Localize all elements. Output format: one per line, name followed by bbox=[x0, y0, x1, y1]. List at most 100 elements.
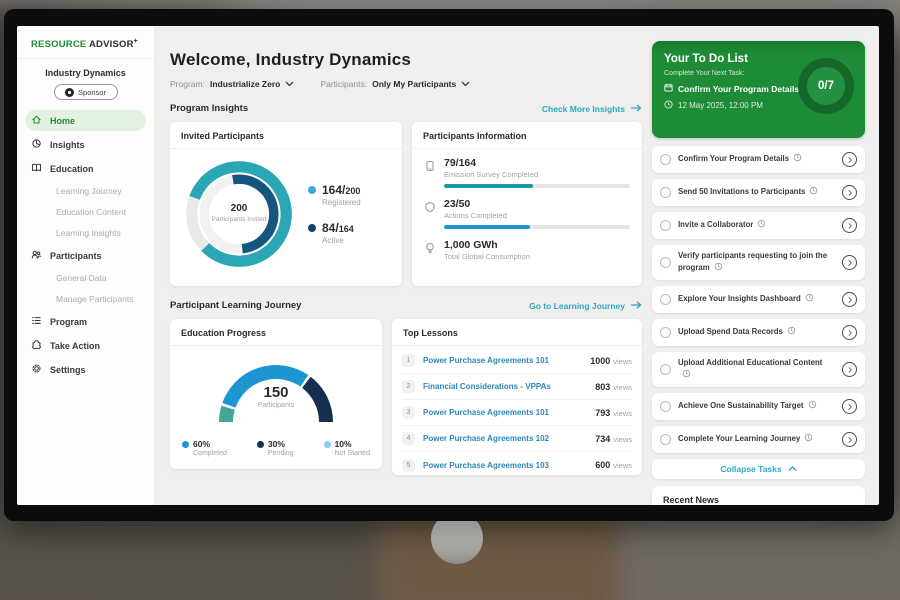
sidebar-item-label: Education bbox=[50, 164, 94, 174]
chevron-right-icon[interactable] bbox=[842, 399, 857, 414]
info-value: 1,000 GWh bbox=[444, 239, 630, 251]
chevron-right-icon[interactable] bbox=[842, 362, 857, 377]
todo-progress-value: 0/7 bbox=[818, 80, 834, 92]
lesson-link[interactable]: Power Purchase Agreements 101 bbox=[423, 408, 595, 417]
sidebar-item-label: Home bbox=[50, 116, 75, 126]
clock-icon bbox=[682, 371, 691, 380]
sidebar-item-take-action[interactable]: Take Action bbox=[25, 335, 146, 356]
lesson-rank: 4 bbox=[402, 432, 415, 445]
chevron-right-icon[interactable] bbox=[842, 432, 857, 447]
legend-pct: 60% bbox=[193, 439, 227, 449]
sidebar-item-settings[interactable]: Settings bbox=[25, 359, 146, 380]
gauge-center-label: Participants bbox=[201, 402, 351, 409]
chevron-right-icon[interactable] bbox=[842, 325, 857, 340]
program-filter[interactable]: Program: Industrialize Zero bbox=[170, 79, 294, 89]
donut-center-value: 200 bbox=[231, 203, 248, 214]
arrow-right-icon bbox=[630, 104, 642, 114]
lesson-row-2: 2Financial Considerations - VPPAs803view… bbox=[402, 374, 632, 400]
legend-value: 164/200 bbox=[322, 183, 361, 197]
gauge-center-value: 150 bbox=[201, 384, 351, 401]
lesson-rank: 5 bbox=[402, 459, 415, 472]
task-checkbox[interactable] bbox=[660, 257, 671, 268]
task-checkbox[interactable] bbox=[660, 220, 671, 231]
sidebar-item-insights[interactable]: Insights bbox=[25, 134, 146, 155]
task-checkbox[interactable] bbox=[660, 294, 671, 305]
task-checkbox[interactable] bbox=[660, 154, 671, 165]
sidebar-item-general-data[interactable]: General Data bbox=[25, 269, 146, 287]
todo-panel: Your To Do List Complete Your Next Task:… bbox=[652, 26, 865, 505]
task-item-5[interactable]: Explore Your Insights Dashboard bbox=[652, 286, 865, 313]
sidebar-item-home[interactable]: Home bbox=[25, 110, 146, 131]
gauge-legend-completed: 60%Completed bbox=[182, 439, 227, 457]
education-progress-legend: 60%Completed30%Pending10%Not Started bbox=[170, 435, 382, 457]
task-label: Invite a Collaborator bbox=[678, 219, 835, 232]
check-more-insights-link[interactable]: Check More Insights bbox=[542, 104, 642, 114]
top-lessons-card: Top Lessons 1Power Purchase Agreements 1… bbox=[392, 319, 642, 475]
program-filter-label: Program: bbox=[170, 79, 205, 89]
task-checkbox[interactable] bbox=[660, 401, 671, 412]
lesson-link[interactable]: Financial Considerations - VPPAs bbox=[423, 382, 595, 391]
chevron-right-icon[interactable] bbox=[842, 255, 857, 270]
info-value: 23/50 bbox=[444, 198, 630, 210]
legend-value: 84/164 bbox=[322, 221, 354, 235]
task-label: Explore Your Insights Dashboard bbox=[678, 293, 835, 306]
top-lessons-list: 1Power Purchase Agreements 1011000views2… bbox=[392, 346, 642, 478]
task-item-8[interactable]: Achieve One Sustainability Target bbox=[652, 393, 865, 420]
invited-donut-legend: 164/200Registered84/164Active bbox=[308, 183, 361, 245]
sidebar-item-participants[interactable]: Participants bbox=[25, 245, 146, 266]
progress-bar bbox=[444, 184, 630, 188]
main-content: Welcome, Industry Dynamics Program: Indu… bbox=[155, 26, 652, 505]
sidebar-item-label: Manage Participants bbox=[56, 294, 134, 304]
participants-filter[interactable]: Participants: Only My Participants bbox=[320, 79, 470, 89]
chevron-right-icon[interactable] bbox=[842, 152, 857, 167]
task-item-4[interactable]: Verify participants requesting to join t… bbox=[652, 245, 865, 280]
task-item-3[interactable]: Invite a Collaborator bbox=[652, 212, 865, 239]
task-item-6[interactable]: Upload Spend Data Records bbox=[652, 319, 865, 346]
sidebar-item-label: Education Content bbox=[56, 207, 126, 217]
sidebar-item-learning-insights[interactable]: Learning Insights bbox=[25, 224, 146, 242]
dashboard-screen: RESOURCE ADVISOR+ Industry Dynamics Spon… bbox=[17, 26, 879, 505]
todo-progress-ring: 0/7 bbox=[798, 58, 854, 114]
collapse-tasks-link[interactable]: Collapse Tasks bbox=[652, 459, 865, 479]
bulb-icon bbox=[424, 241, 436, 261]
task-label: Complete Your Learning Journey bbox=[678, 433, 835, 446]
legend-dot bbox=[308, 186, 316, 194]
task-item-1[interactable]: Confirm Your Program Details bbox=[652, 146, 865, 173]
chevron-right-icon[interactable] bbox=[842, 185, 857, 200]
task-checkbox[interactable] bbox=[660, 327, 671, 338]
lesson-row-5: 5Power Purchase Agreements 103600views bbox=[402, 452, 632, 478]
sidebar-item-manage-participants[interactable]: Manage Participants bbox=[25, 290, 146, 308]
app-logo: RESOURCE ADVISOR+ bbox=[17, 26, 154, 59]
actions-icon bbox=[424, 200, 436, 229]
info-label: Total Global Consumption bbox=[444, 252, 630, 261]
legend-dot bbox=[257, 441, 264, 448]
lesson-views: 1000views bbox=[590, 356, 632, 366]
invited-donut-chart: 200 Participants Invited bbox=[180, 155, 298, 273]
task-checkbox[interactable] bbox=[660, 187, 671, 198]
lesson-link[interactable]: Power Purchase Agreements 102 bbox=[423, 434, 595, 443]
task-checkbox[interactable] bbox=[660, 364, 671, 375]
task-item-2[interactable]: Send 50 Invitations to Participants bbox=[652, 179, 865, 206]
sidebar: RESOURCE ADVISOR+ Industry Dynamics Spon… bbox=[17, 26, 155, 505]
go-to-learning-journey-link[interactable]: Go to Learning Journey bbox=[529, 301, 642, 311]
lesson-link[interactable]: Power Purchase Agreements 101 bbox=[423, 356, 590, 365]
sidebar-item-education-content[interactable]: Education Content bbox=[25, 203, 146, 221]
arrow-right-icon bbox=[630, 301, 642, 311]
chevron-right-icon[interactable] bbox=[842, 218, 857, 233]
sponsor-icon bbox=[65, 88, 74, 97]
sidebar-item-learning-journey[interactable]: Learning Journey bbox=[25, 182, 146, 200]
clock-icon bbox=[714, 264, 723, 273]
gauge-legend-pending: 30%Pending bbox=[257, 439, 294, 457]
info-row-actions: 23/50Actions Completed bbox=[424, 198, 630, 229]
task-label: Upload Spend Data Records bbox=[678, 326, 835, 339]
settings-icon bbox=[31, 363, 42, 376]
lesson-link[interactable]: Power Purchase Agreements 103 bbox=[423, 461, 595, 470]
sidebar-item-education[interactable]: Education bbox=[25, 158, 146, 179]
sidebar-item-label: Insights bbox=[50, 140, 85, 150]
sidebar-item-program[interactable]: Program bbox=[25, 311, 146, 332]
task-item-7[interactable]: Upload Additional Educational Content bbox=[652, 352, 865, 387]
legend-label: Active bbox=[322, 236, 354, 245]
task-checkbox[interactable] bbox=[660, 434, 671, 445]
chevron-right-icon[interactable] bbox=[842, 292, 857, 307]
task-item-9[interactable]: Complete Your Learning Journey bbox=[652, 426, 865, 453]
